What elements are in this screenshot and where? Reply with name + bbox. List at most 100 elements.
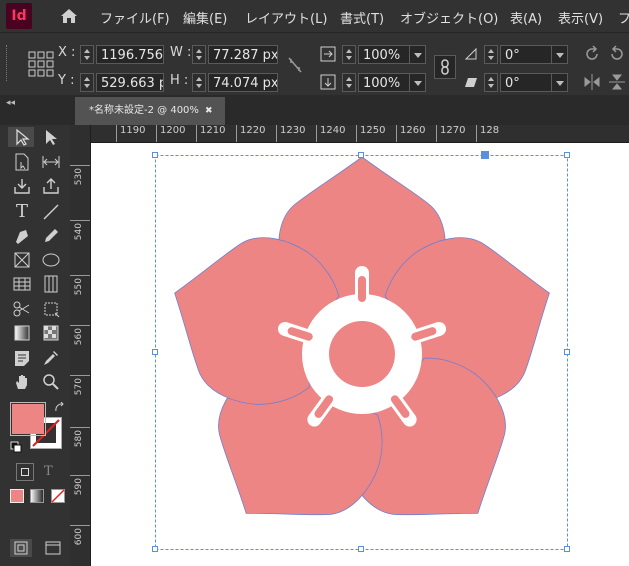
rotate-ccw-icon[interactable]	[608, 45, 626, 63]
normal-mode-icon	[14, 541, 28, 555]
scale-y-dropdown[interactable]	[410, 73, 426, 92]
panel-grip[interactable]	[6, 45, 10, 81]
zoom-tool-icon[interactable]	[42, 373, 60, 391]
constrain-scale-button[interactable]	[434, 55, 456, 79]
hand-tool-icon[interactable]	[13, 373, 31, 391]
free-transform-tool-icon[interactable]	[42, 300, 60, 318]
rectangle-frame-tool-icon[interactable]	[13, 251, 31, 269]
menu-table[interactable]: 表(A)	[510, 8, 542, 27]
eyedropper-tool-icon[interactable]	[42, 349, 60, 367]
rotate-dropdown[interactable]	[552, 45, 568, 64]
handle-bottom-right[interactable]	[564, 546, 570, 552]
grid-tool-icon[interactable]	[42, 275, 60, 293]
menu-type[interactable]: 書式(T)	[340, 8, 384, 27]
y-field[interactable]: 529.663 px	[96, 73, 164, 92]
page-tool-icon[interactable]	[13, 153, 31, 171]
formatting-affects-text-icon[interactable]: T	[44, 464, 53, 479]
scale-x-icon	[320, 46, 336, 62]
handle-bottom-center[interactable]	[358, 546, 364, 552]
line-tool-icon[interactable]	[42, 203, 60, 221]
handle-top-right[interactable]	[564, 152, 570, 158]
selection-tool-icon[interactable]	[13, 128, 31, 146]
ruler-tick: 560	[70, 325, 90, 345]
apply-gradient-icon[interactable]	[30, 489, 44, 503]
handle-top-center[interactable]	[358, 152, 364, 158]
gap-tool-icon[interactable]	[42, 153, 60, 171]
home-icon[interactable]	[60, 8, 78, 24]
flip-vertical-icon[interactable]	[608, 73, 626, 91]
note-tool-icon[interactable]	[13, 349, 31, 367]
rotate-field[interactable]: 0°	[500, 45, 552, 64]
scale-x-stepper[interactable]	[342, 45, 356, 64]
y-stepper[interactable]	[80, 73, 94, 92]
gradient-feather-tool-icon[interactable]	[42, 324, 60, 342]
w-stepper[interactable]	[192, 45, 206, 64]
apply-color-button[interactable]	[10, 489, 24, 503]
screen-mode-icon[interactable]	[44, 539, 62, 557]
shear-stepper[interactable]	[484, 73, 498, 92]
handle-top-left[interactable]	[152, 152, 158, 158]
scissors-tool-icon[interactable]	[13, 300, 31, 318]
menu-object[interactable]: オブジェクト(O)	[400, 8, 498, 27]
menu-file[interactable]: ファイル(F)	[100, 8, 170, 27]
flip-horizontal-icon[interactable]	[583, 73, 601, 91]
ruler-tick: 1190	[116, 125, 145, 142]
menu-layout[interactable]: レイアウト(L)	[245, 8, 327, 27]
scale-y-stepper[interactable]	[342, 73, 356, 92]
scale-y-icon	[320, 74, 336, 90]
normal-mode-button[interactable]	[10, 539, 32, 557]
content-collector-tool-icon[interactable]	[13, 177, 31, 195]
handle-middle-left[interactable]	[152, 349, 158, 355]
ruler-tick: 1210	[196, 125, 225, 142]
document-tab[interactable]: *名称未設定-2 @ 400% ✖	[75, 97, 225, 125]
table-tool-icon[interactable]	[13, 275, 31, 293]
ruler-tick: 1230	[276, 125, 305, 142]
h-field[interactable]: 74.074 px	[208, 73, 278, 92]
handle-bottom-left[interactable]	[152, 546, 158, 552]
rotate-cw-icon[interactable]	[583, 45, 601, 63]
swap-fill-stroke-icon[interactable]	[54, 402, 66, 414]
w-label: W :	[170, 45, 192, 60]
handle-middle-right[interactable]	[564, 349, 570, 355]
w-field[interactable]: 77.287 px	[208, 45, 278, 64]
rotate-stepper[interactable]	[484, 45, 498, 64]
apply-none-icon[interactable]	[51, 489, 65, 503]
constrain-proportions-icon[interactable]	[288, 57, 302, 73]
ruler-tick: 550	[70, 275, 90, 295]
scale-y-field[interactable]: 100%	[358, 73, 410, 92]
fill-swatch[interactable]	[10, 402, 46, 436]
vertical-ruler[interactable]: 530 540 550 560 570 580 590 600	[70, 125, 91, 566]
ellipse-tool-icon[interactable]	[42, 251, 60, 269]
h-stepper[interactable]	[192, 73, 206, 92]
formatting-affects-container-button[interactable]	[16, 463, 34, 481]
type-tool-icon[interactable]: T	[11, 201, 33, 223]
default-fill-stroke-icon[interactable]	[10, 441, 22, 453]
plum-blossom-artwork[interactable]	[91, 143, 629, 566]
shear-field[interactable]: 0°	[500, 73, 552, 92]
scale-x-dropdown[interactable]	[410, 45, 426, 64]
pen-tool-icon[interactable]	[13, 227, 31, 245]
rotate-angle-icon	[464, 47, 477, 60]
stamen	[358, 276, 366, 302]
tools-panel: T T	[0, 125, 71, 566]
close-tab-icon[interactable]: ✖	[205, 97, 213, 125]
menu-edit[interactable]: 編集(E)	[183, 8, 227, 27]
handle-anchor[interactable]	[481, 151, 489, 159]
menu-view[interactable]: 表示(V)	[558, 8, 603, 27]
x-field[interactable]: 1196.756 p	[96, 45, 164, 64]
content-placer-tool-icon[interactable]	[42, 177, 60, 195]
scale-x-field[interactable]: 100%	[358, 45, 410, 64]
collapse-panel-icon[interactable]: ◂◂	[6, 98, 15, 108]
reference-point-icon[interactable]	[28, 51, 54, 77]
x-stepper[interactable]	[80, 45, 94, 64]
document-canvas[interactable]	[91, 143, 629, 566]
horizontal-ruler[interactable]: 1190 1200 1210 1220 1230 1240 1250 1260 …	[90, 125, 629, 143]
chain-icon	[441, 59, 449, 75]
ruler-tick: 1220	[236, 125, 265, 142]
gradient-tool-icon[interactable]	[13, 324, 31, 342]
direct-selection-tool-icon[interactable]	[42, 128, 60, 146]
ruler-tick: 600	[70, 525, 90, 545]
shear-dropdown[interactable]	[552, 73, 568, 92]
menu-window[interactable]: フ	[618, 8, 629, 27]
pencil-tool-icon[interactable]	[42, 227, 60, 245]
